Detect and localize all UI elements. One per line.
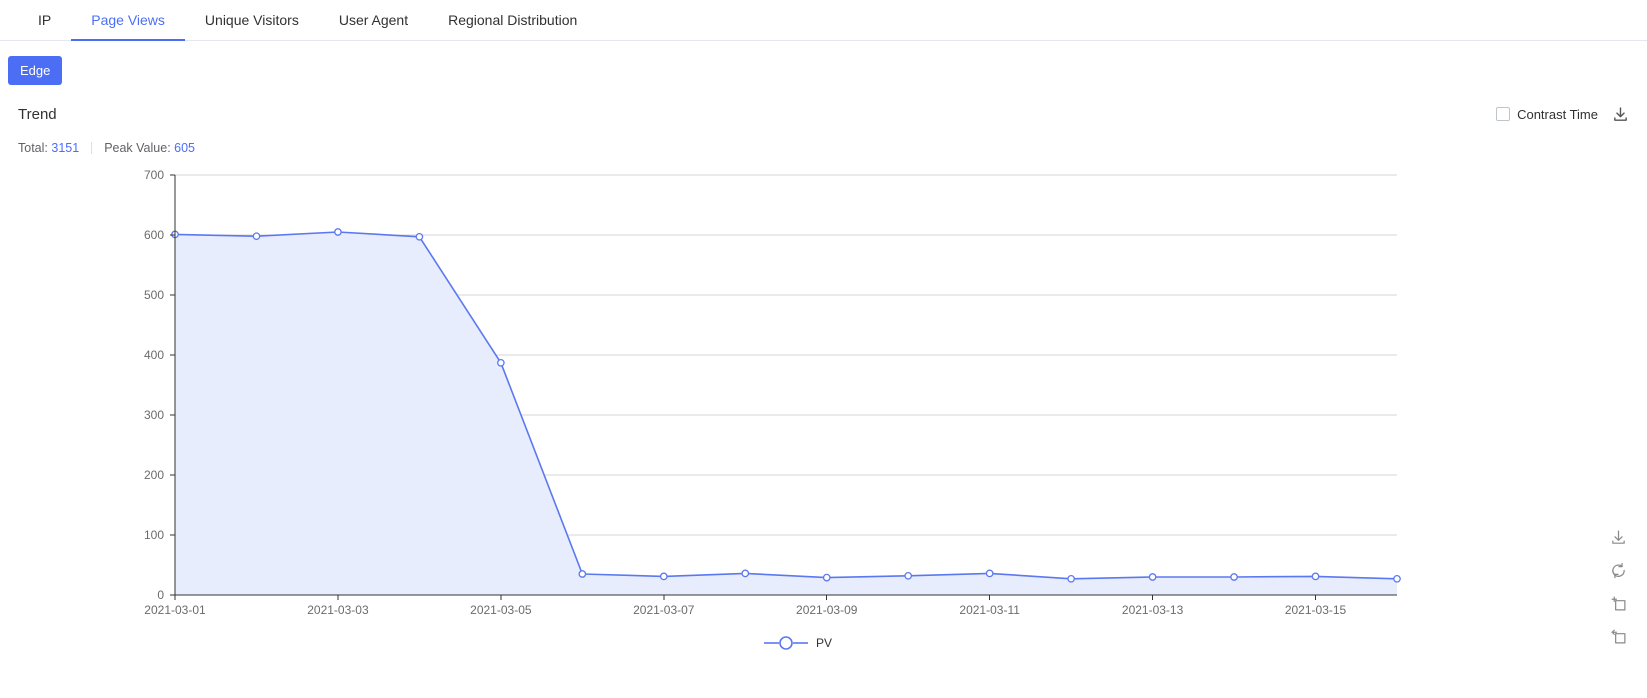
svg-text:2021-03-11: 2021-03-11: [959, 603, 1020, 617]
svg-text:700: 700: [144, 168, 164, 182]
svg-text:2021-03-15: 2021-03-15: [1285, 603, 1347, 617]
tab-user-agent[interactable]: User Agent: [319, 0, 428, 40]
data-zoom-icon[interactable]: [1610, 595, 1627, 612]
tab-label: User Agent: [339, 12, 408, 28]
tab-regional-distribution[interactable]: Regional Distribution: [428, 0, 597, 40]
trend-chart: 0100200300400500600700 2021-03-012021-03…: [0, 161, 1647, 661]
chart-y-axis: 0 100 200 300 400 500 600 700: [144, 168, 175, 602]
peak-label: Peak Value:: [104, 141, 170, 155]
summary-stats: Total: 3151 Peak Value: 605: [0, 127, 1647, 155]
tab-unique-visitors[interactable]: Unique Visitors: [185, 0, 319, 40]
page-title: Trend: [18, 106, 57, 123]
svg-text:2021-03-05: 2021-03-05: [470, 603, 532, 617]
chart-area-fill: [175, 232, 1397, 595]
tab-ip[interactable]: IP: [18, 0, 71, 40]
total-label: Total:: [18, 141, 48, 155]
contrast-time-checkbox[interactable]: [1496, 107, 1510, 121]
chart-legend[interactable]: PV: [764, 636, 832, 650]
filter-row: Edge: [0, 41, 1647, 85]
restore-icon[interactable]: [1610, 562, 1627, 579]
svg-text:2021-03-01: 2021-03-01: [144, 603, 206, 617]
pv-area-chart[interactable]: 0100200300400500600700 2021-03-012021-03…: [0, 161, 1647, 661]
chart-toolbox: [1610, 529, 1627, 645]
svg-text:100: 100: [144, 528, 164, 542]
tab-label: Page Views: [91, 12, 165, 28]
svg-text:2021-03-09: 2021-03-09: [796, 603, 858, 617]
main-tabs: IP Page Views Unique Visitors User Agent…: [0, 0, 1647, 41]
stats-divider: [91, 142, 92, 154]
download-icon[interactable]: [1612, 106, 1629, 123]
svg-text:2021-03-03: 2021-03-03: [307, 603, 369, 617]
svg-text:300: 300: [144, 408, 164, 422]
total-value: 3151: [51, 141, 79, 155]
svg-text:PV: PV: [816, 636, 832, 650]
contrast-time-label: Contrast Time: [1517, 107, 1598, 122]
tab-label: Unique Visitors: [205, 12, 299, 28]
trend-card: Trend Contrast Time Total: 3151: [0, 101, 1647, 661]
svg-text:2021-03-13: 2021-03-13: [1122, 603, 1184, 617]
tab-label: Regional Distribution: [448, 12, 577, 28]
page-views-panel: IP Page Views Unique Visitors User Agent…: [0, 0, 1647, 698]
svg-text:600: 600: [144, 228, 164, 242]
save-as-image-icon[interactable]: [1610, 529, 1627, 546]
tab-page-views[interactable]: Page Views: [71, 0, 185, 40]
svg-text:500: 500: [144, 288, 164, 302]
tab-label: IP: [38, 12, 51, 28]
contrast-time-toggle[interactable]: Contrast Time: [1496, 107, 1598, 122]
svg-text:0: 0: [157, 588, 164, 602]
svg-text:400: 400: [144, 348, 164, 362]
svg-text:200: 200: [144, 468, 164, 482]
card-header-actions: Contrast Time: [1496, 106, 1629, 123]
svg-text:2021-03-07: 2021-03-07: [633, 603, 695, 617]
chart-x-axis: 2021-03-01 2021-03-03 2021-03-05 2021-03-07…: [144, 595, 1397, 617]
data-zoom-reset-icon[interactable]: [1610, 628, 1627, 645]
trend-card-header: Trend Contrast Time: [0, 101, 1647, 127]
peak-value: 605: [174, 141, 195, 155]
edge-filter-button[interactable]: Edge: [8, 56, 62, 85]
